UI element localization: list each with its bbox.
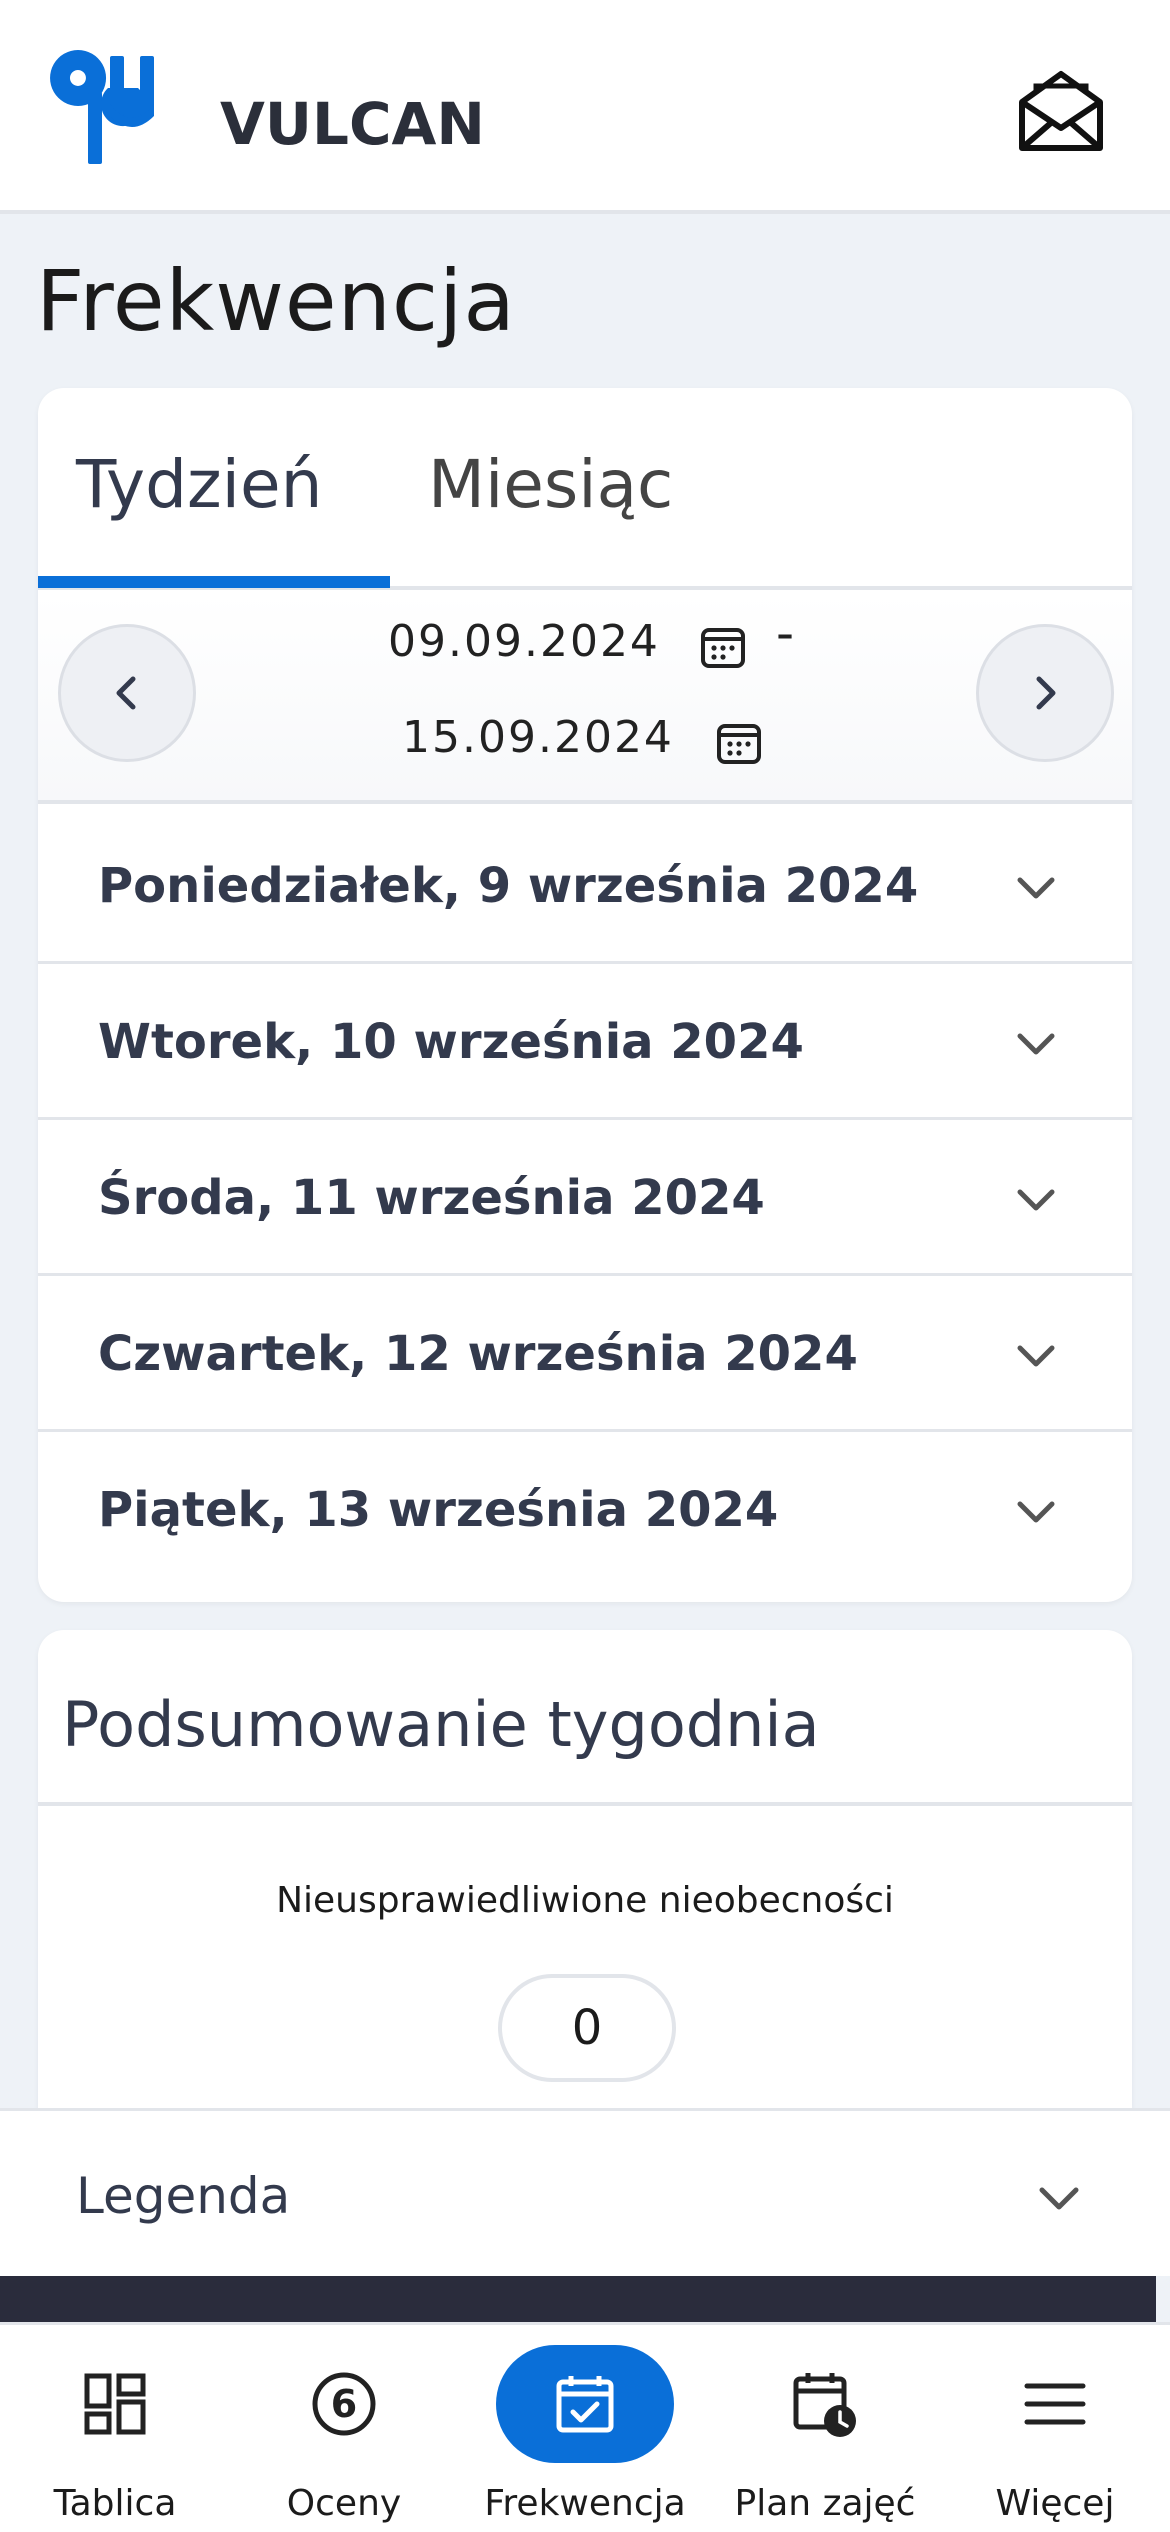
day-row-friday[interactable]: Piątek, 13 września 2024	[38, 1432, 1132, 1588]
period-tabs: Tydzień Miesiąc	[38, 388, 1132, 590]
day-label: Poniedziałek, 9 września 2024	[98, 858, 919, 914]
next-week-button[interactable]	[976, 624, 1114, 762]
unexcused-absences-label: Nieusprawiedliwione nieobecności	[276, 1880, 894, 1921]
day-label: Środa, 11 września 2024	[98, 1170, 765, 1226]
nav-item-wiecej[interactable]: Więcej	[966, 2325, 1144, 2532]
chevron-down-icon	[1017, 1345, 1055, 1367]
nav-item-oceny[interactable]: 6 Oceny	[255, 2325, 433, 2532]
day-label: Wtorek, 10 września 2024	[98, 1014, 804, 1070]
bottom-navigation: Tablica 6 Oceny Frekwencja Plan zajęć Wi…	[0, 2322, 1170, 2532]
eduvulcan-logo: VULCAN	[48, 48, 488, 168]
calendar-icon[interactable]	[700, 624, 746, 670]
nav-label: Więcej	[995, 2483, 1115, 2524]
nav-item-tablica[interactable]: Tablica	[26, 2325, 204, 2532]
chevron-down-icon	[1017, 1189, 1055, 1211]
weekly-summary-card: Podsumowanie tygodnia Nieusprawiedliwion…	[38, 1630, 1132, 2110]
nav-icon-wrap	[736, 2345, 914, 2463]
nav-icon-wrap	[496, 2345, 674, 2463]
calendar-icon[interactable]	[716, 720, 762, 766]
day-row-thursday[interactable]: Czwartek, 12 września 2024	[38, 1276, 1132, 1432]
nav-label: Tablica	[53, 2483, 177, 2524]
envelope-open-icon	[1019, 71, 1103, 151]
nav-label: Frekwencja	[484, 2483, 686, 2524]
legend-label: Legenda	[76, 2167, 291, 2225]
unexcused-absences-count: 0	[498, 1974, 676, 2082]
overlay-strip	[0, 2276, 1156, 2322]
nav-icon-wrap	[26, 2345, 204, 2463]
day-label: Piątek, 13 września 2024	[98, 1482, 779, 1538]
range-start-date[interactable]: 09.09.2024	[388, 616, 660, 667]
nav-icon-wrap	[966, 2345, 1144, 2463]
divider	[38, 1802, 1132, 1806]
dashboard-icon	[84, 2373, 146, 2435]
previous-week-button[interactable]	[58, 624, 196, 762]
active-tab-indicator	[38, 576, 390, 588]
messages-button[interactable]	[1010, 60, 1112, 160]
tab-week[interactable]: Tydzień	[76, 446, 322, 523]
legend-toggle[interactable]: Legenda	[0, 2108, 1170, 2276]
chevron-down-icon	[1017, 1501, 1055, 1523]
nav-item-plan-zajec[interactable]: Plan zajęć	[734, 2325, 916, 2532]
date-range-selector: 09.09.2024 - 15.09.2024	[38, 594, 1132, 804]
summary-title: Podsumowanie tygodnia	[62, 1688, 820, 1761]
tab-month[interactable]: Miesiąc	[428, 446, 673, 523]
range-separator: -	[776, 604, 795, 662]
brand-name: VULCAN	[220, 90, 485, 158]
chevron-down-icon	[1039, 2187, 1079, 2210]
nav-item-frekwencja[interactable]: Frekwencja	[484, 2325, 686, 2532]
top-bar: VULCAN	[0, 0, 1170, 214]
menu-icon	[1024, 2383, 1086, 2425]
chevron-down-icon	[1017, 1033, 1055, 1055]
chevron-down-icon	[1017, 877, 1055, 899]
nav-label: Plan zajęć	[734, 2483, 916, 2524]
calendar-clock-icon	[793, 2373, 856, 2437]
day-label: Czwartek, 12 września 2024	[98, 1326, 858, 1382]
nav-label: Oceny	[286, 2483, 402, 2524]
chevron-left-icon	[116, 676, 136, 710]
day-row-tuesday[interactable]: Wtorek, 10 września 2024	[38, 964, 1132, 1120]
attendance-card: Tydzień Miesiąc 09.09.2024 - 15.09.2024	[38, 388, 1132, 1602]
grade-6-icon: 6	[312, 2372, 376, 2436]
nav-icon-wrap: 6	[255, 2345, 433, 2463]
grade-badge: 6	[331, 2382, 357, 2426]
page-title: Frekwencja	[36, 252, 516, 350]
calendar-check-icon	[556, 2376, 614, 2433]
chevron-right-icon	[1036, 676, 1056, 710]
range-end-date[interactable]: 15.09.2024	[402, 712, 674, 763]
day-row-monday[interactable]: Poniedziałek, 9 września 2024	[38, 808, 1132, 964]
day-row-wednesday[interactable]: Środa, 11 września 2024	[38, 1120, 1132, 1276]
